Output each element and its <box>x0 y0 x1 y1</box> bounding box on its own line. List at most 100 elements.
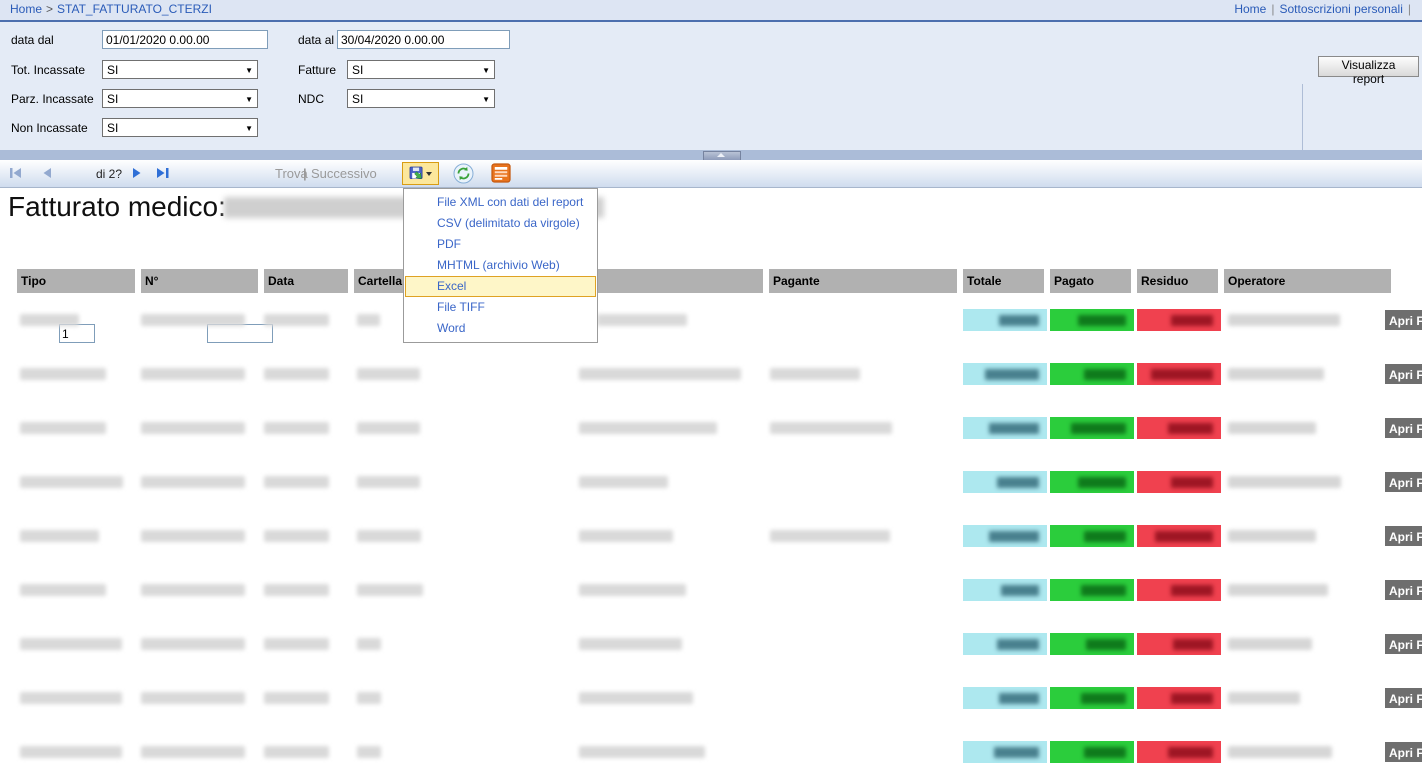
redacted-pagato-amount <box>1078 315 1126 326</box>
fatture-value: SI <box>352 63 363 77</box>
redacted-cartella-cell <box>357 314 380 326</box>
redacted-tipo-cell <box>20 584 106 596</box>
report-toolbar: di 2? Trova | Successivo <box>0 160 1422 188</box>
home-link[interactable]: Home <box>1234 2 1266 16</box>
redacted-tipo-cell <box>20 746 122 758</box>
export-menu-item-file[interactable]: File TIFF <box>404 297 597 318</box>
redacted-cliente-cell <box>579 638 682 650</box>
apri-fattura-button[interactable]: Apri F <box>1385 688 1422 708</box>
redacted-totale-amount <box>997 477 1039 488</box>
redacted-data-cell <box>264 476 329 488</box>
non-incassate-value: SI <box>107 121 118 135</box>
previous-page-button[interactable] <box>42 167 52 182</box>
redacted-tipo-cell <box>20 476 123 488</box>
apri-fattura-button[interactable]: Apri F <box>1385 310 1422 330</box>
parz-incassate-value: SI <box>107 92 118 106</box>
column-header-n: N° <box>141 269 258 293</box>
export-menu-item-file[interactable]: File XML con dati del report <box>404 192 597 213</box>
ndc-select[interactable]: SI▼ <box>347 89 495 108</box>
redacted-n-cell <box>141 422 245 434</box>
redacted-cartella-cell <box>357 638 381 650</box>
chevron-down-icon: ▼ <box>245 61 253 80</box>
column-header-data: Data <box>264 269 348 293</box>
data-dal-label: data dal <box>11 33 54 47</box>
breadcrumb-home-link[interactable]: Home <box>10 2 42 16</box>
chevron-down-icon: ▼ <box>482 61 490 80</box>
fatture-label: Fatture <box>298 63 336 77</box>
page-number-input[interactable] <box>59 324 95 343</box>
chevron-down-icon: ▼ <box>482 90 490 109</box>
parz-incassate-select[interactable]: SI ▼ <box>102 89 258 108</box>
redacted-tipo-cell <box>20 422 106 434</box>
apri-fattura-button[interactable]: Apri F <box>1385 742 1422 762</box>
redacted-data-cell <box>264 422 329 434</box>
apri-fattura-button[interactable]: Apri F <box>1385 472 1422 492</box>
redacted-data-cell <box>264 638 329 650</box>
redacted-operatore-cell <box>1228 476 1341 488</box>
first-page-button[interactable] <box>9 167 23 182</box>
export-menu-item-word[interactable]: Word <box>404 318 597 339</box>
redacted-cliente-cell <box>597 314 687 326</box>
export-menu-item-csv[interactable]: CSV (delimitato da virgole) <box>404 213 597 234</box>
redacted-cartella-cell <box>357 476 420 488</box>
redacted-residuo-amount <box>1171 477 1213 488</box>
data-al-input[interactable] <box>337 30 510 49</box>
subscriptions-link[interactable]: Sottoscrizioni personali <box>1279 2 1402 16</box>
redacted-cartella-cell <box>357 368 420 380</box>
redacted-totale-amount <box>999 315 1039 326</box>
refresh-button[interactable] <box>452 163 474 185</box>
redacted-residuo-amount <box>1173 639 1213 650</box>
redacted-residuo-amount <box>1171 315 1213 326</box>
redacted-totale-amount <box>999 693 1039 704</box>
chevron-up-icon <box>717 153 725 157</box>
non-incassate-label: Non Incassate <box>11 121 88 135</box>
find-next-link[interactable]: Successivo <box>311 166 377 181</box>
parz-incassate-label: Parz. Incassate <box>11 92 94 106</box>
next-page-button[interactable] <box>132 167 142 182</box>
redacted-cartella-cell <box>357 530 421 542</box>
breadcrumb-report-link[interactable]: STAT_FATTURATO_CTERZI <box>57 2 212 16</box>
previous-page-icon <box>42 167 52 179</box>
redacted-cliente-cell <box>579 530 673 542</box>
chevron-down-icon: ▼ <box>245 119 253 138</box>
apri-fattura-button[interactable]: Apri F <box>1385 580 1422 600</box>
redacted-cliente-cell <box>579 368 741 380</box>
redacted-cliente-cell <box>579 746 705 758</box>
chevron-down-icon: ▼ <box>245 90 253 109</box>
export-menu-item-pdf[interactable]: PDF <box>404 234 597 255</box>
visualizza-report-button[interactable]: Visualizza report <box>1318 56 1419 77</box>
redacted-residuo-amount <box>1171 585 1213 596</box>
export-format-menu: File XML con dati del reportCSV (delimit… <box>403 188 598 343</box>
redacted-operatore-cell <box>1228 638 1312 650</box>
non-incassate-select[interactable]: SI ▼ <box>102 118 258 137</box>
redacted-cartella-cell <box>357 746 381 758</box>
data-feed-button[interactable] <box>490 163 512 185</box>
export-menu-item-mhtml[interactable]: MHTML (archivio Web) <box>404 255 597 276</box>
column-header-tipo: Tipo <box>17 269 135 293</box>
apri-fattura-button[interactable]: Apri F <box>1385 526 1422 546</box>
fatture-select[interactable]: SI ▼ <box>347 60 495 79</box>
data-feed-icon <box>491 163 511 183</box>
redacted-totale-amount <box>989 423 1039 434</box>
last-page-icon <box>156 167 170 179</box>
link-separator: | <box>1403 2 1416 16</box>
tot-incassate-select[interactable]: SI▼ <box>102 60 258 79</box>
last-page-button[interactable] <box>156 167 170 182</box>
redacted-totale-amount <box>997 639 1039 650</box>
export-dropdown-button[interactable] <box>402 162 439 185</box>
redacted-n-cell <box>141 368 245 380</box>
redacted-pagato-amount <box>1078 477 1126 488</box>
find-text-input[interactable] <box>207 324 273 343</box>
redacted-residuo-amount <box>1151 369 1213 380</box>
breadcrumb-separator: > <box>42 2 57 16</box>
apri-fattura-button[interactable]: Apri F <box>1385 364 1422 384</box>
redacted-data-cell <box>264 314 329 326</box>
data-dal-input[interactable] <box>102 30 268 49</box>
apri-fattura-button[interactable]: Apri F <box>1385 634 1422 654</box>
column-header-operatore: Operatore <box>1224 269 1391 293</box>
data-al-label: data al <box>298 33 334 47</box>
redacted-tipo-cell <box>20 530 99 542</box>
redacted-n-cell <box>141 476 245 488</box>
apri-fattura-button[interactable]: Apri F <box>1385 418 1422 438</box>
export-menu-item-excel[interactable]: Excel <box>405 276 596 297</box>
